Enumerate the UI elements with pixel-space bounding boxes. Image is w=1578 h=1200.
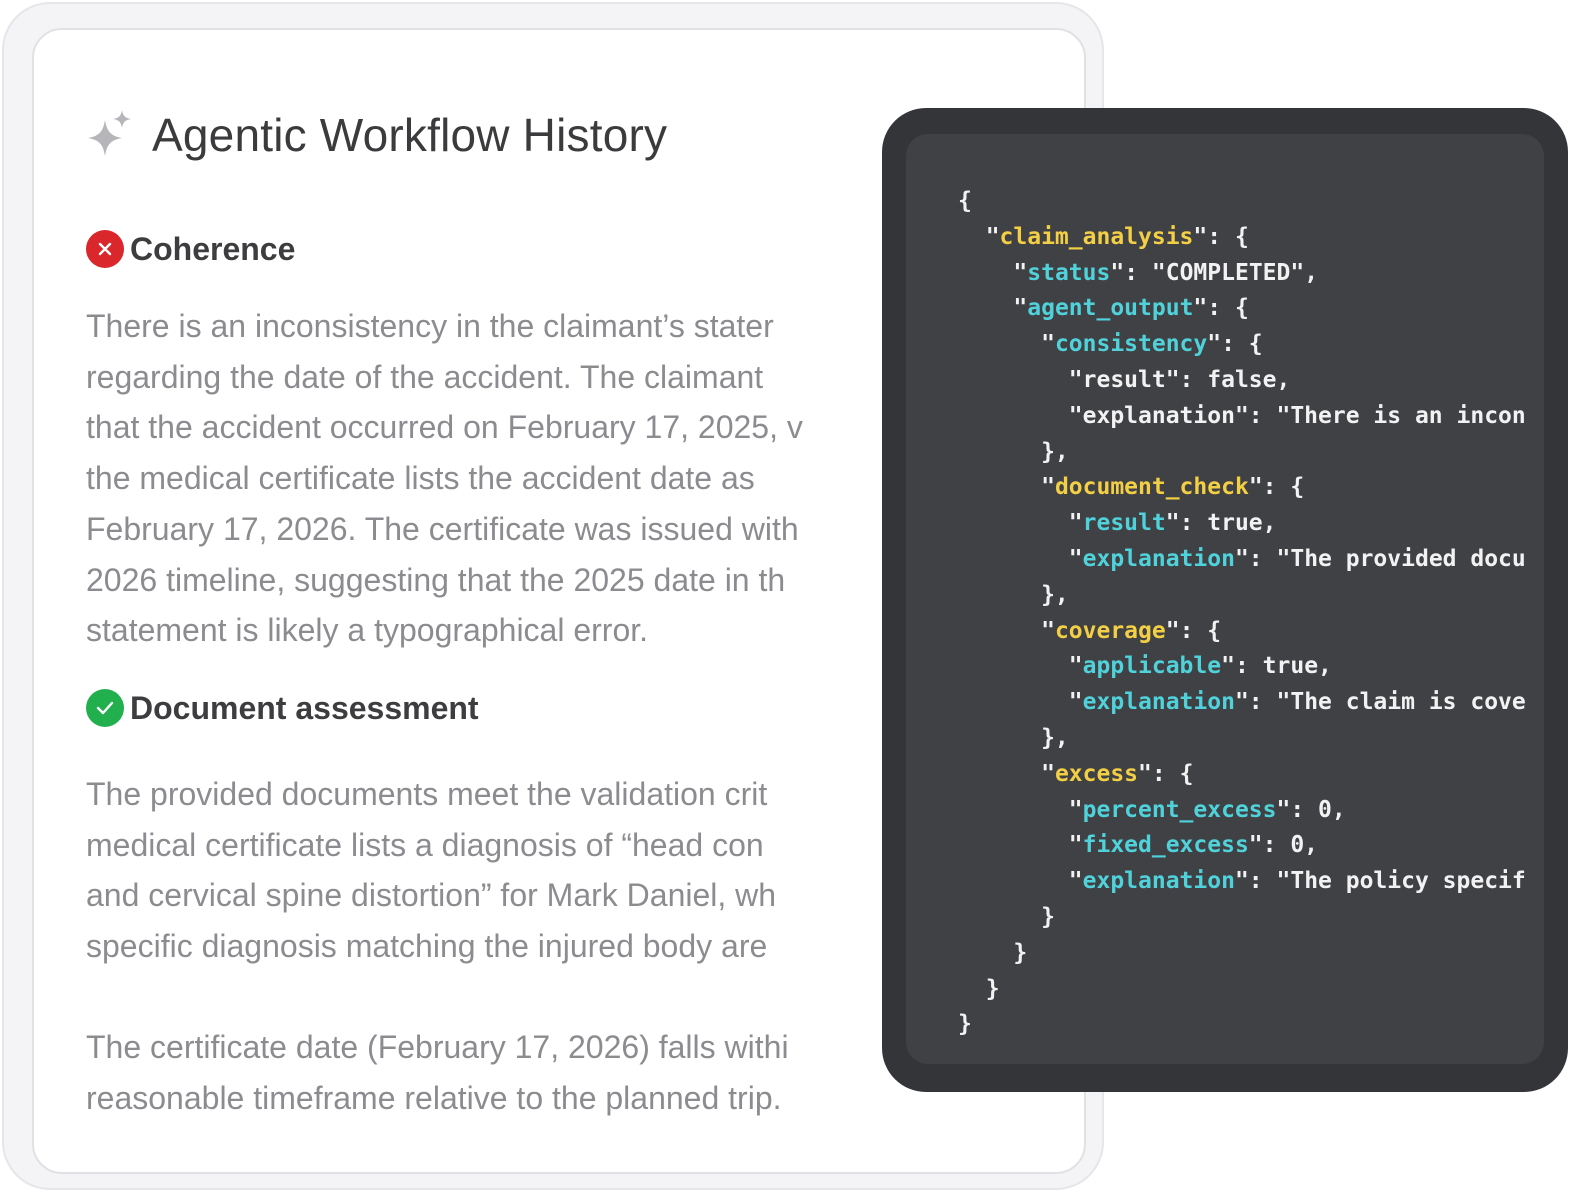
code-token: ": "The claim is cove <box>1234 689 1526 716</box>
code-token: " <box>958 474 1055 501</box>
code-key: result <box>1082 510 1166 537</box>
code-line: "explanation": "The policy specif <box>958 864 1526 900</box>
code-token: "explanation": "There is an incon <box>958 402 1526 429</box>
code-token: }, <box>958 581 1069 608</box>
code-line: { <box>958 184 1526 220</box>
code-line: "agent_output": { <box>958 291 1526 327</box>
code-line: } <box>958 900 1526 936</box>
code-key: explanation <box>1082 868 1235 895</box>
code-key: applicable <box>1082 653 1222 680</box>
check-circle-icon <box>86 689 124 727</box>
code-key: percent_excess <box>1082 796 1277 823</box>
json-output-panel[interactable]: { "claim_analysis": { "status": "COMPLET… <box>906 134 1544 1064</box>
code-key: consistency <box>1054 331 1208 358</box>
code-token: " <box>958 223 1000 250</box>
code-line: "consistency": { <box>958 327 1526 363</box>
code-token: } <box>958 939 1028 966</box>
panel-header: Agentic Workflow History <box>86 108 667 162</box>
code-line: "claim_analysis": { <box>958 220 1526 256</box>
code-line: "explanation": "There is an incon <box>958 399 1526 435</box>
code-token: " <box>958 259 1028 286</box>
code-token: ": "COMPLETED", <box>1110 259 1319 286</box>
code-key: fixed_excess <box>1082 832 1249 859</box>
code-line: }, <box>958 578 1526 614</box>
code-token: ": true, <box>1221 653 1332 680</box>
code-token: { <box>958 188 972 214</box>
code-token: } <box>958 975 1000 1002</box>
sparkle-icon <box>86 110 132 160</box>
code-token: " <box>958 689 1083 716</box>
code-line: "status": "COMPLETED", <box>958 256 1526 292</box>
code-line: }, <box>958 435 1526 471</box>
code-token: ": { <box>1165 617 1222 644</box>
code-line: "result": false, <box>958 363 1526 399</box>
page-title: Agentic Workflow History <box>152 109 668 161</box>
code-line: "fixed_excess": 0, <box>958 828 1526 864</box>
code-token: " <box>958 796 1083 823</box>
code-token: ": "The policy specif <box>1234 868 1526 895</box>
code-line: "percent_excess": 0, <box>958 793 1526 829</box>
code-key: claim_analysis <box>999 223 1194 250</box>
code-token: ": { <box>1193 223 1249 250</box>
code-line: }, <box>958 721 1526 757</box>
code-token: ": { <box>1207 331 1263 358</box>
code-token: ": { <box>1248 474 1305 501</box>
code-token: " <box>958 331 1055 358</box>
code-key: coverage <box>1054 617 1166 644</box>
json-output-frame: { "claim_analysis": { "status": "COMPLET… <box>882 108 1568 1092</box>
code-line: } <box>958 972 1526 1008</box>
code-token: ": 0, <box>1248 832 1319 859</box>
code-line: } <box>958 1007 1526 1043</box>
x-circle-icon <box>86 230 124 268</box>
code-token: ": { <box>1193 295 1249 322</box>
code-key: excess <box>1054 760 1139 787</box>
code-token: " <box>958 832 1083 859</box>
code-key: explanation <box>1082 689 1235 716</box>
section-title-document-assessment: Document assessment <box>130 689 479 726</box>
code-line: "result": true, <box>958 506 1526 542</box>
code-line: "coverage": { <box>958 614 1526 650</box>
code-token: " <box>958 295 1028 322</box>
code-token: } <box>958 1011 972 1038</box>
code-token: ": "The provided docu <box>1234 545 1526 572</box>
code-key: status <box>1027 259 1111 286</box>
code-key: document_check <box>1054 474 1249 501</box>
document-assessment-section-header: Document assessment <box>86 689 479 727</box>
code-line: } <box>958 936 1526 972</box>
json-code-block: { "claim_analysis": { "status": "COMPLET… <box>958 184 1526 1043</box>
code-token: } <box>958 903 1055 930</box>
code-line: "excess": { <box>958 757 1526 793</box>
code-token: " <box>958 545 1083 572</box>
code-token: ": { <box>1138 760 1194 787</box>
code-token: ": 0, <box>1276 796 1346 823</box>
code-token: " <box>958 868 1083 895</box>
code-key: explanation <box>1082 545 1235 572</box>
code-line: "document_check": { <box>958 470 1526 506</box>
section-title-coherence: Coherence <box>130 230 296 267</box>
code-token: ": true, <box>1165 510 1277 537</box>
code-token: "result": false, <box>958 366 1291 393</box>
code-token: " <box>958 653 1083 680</box>
coherence-section-header: Coherence <box>86 230 295 268</box>
code-token: }, <box>958 438 1069 465</box>
code-line: "applicable": true, <box>958 649 1526 685</box>
code-key: agent_output <box>1027 295 1194 322</box>
code-line: "explanation": "The provided docu <box>958 542 1526 578</box>
code-token: " <box>958 617 1055 644</box>
code-line: "explanation": "The claim is cove <box>958 685 1526 721</box>
code-token: " <box>958 510 1083 537</box>
code-token: " <box>958 760 1055 787</box>
code-token: }, <box>958 724 1069 751</box>
